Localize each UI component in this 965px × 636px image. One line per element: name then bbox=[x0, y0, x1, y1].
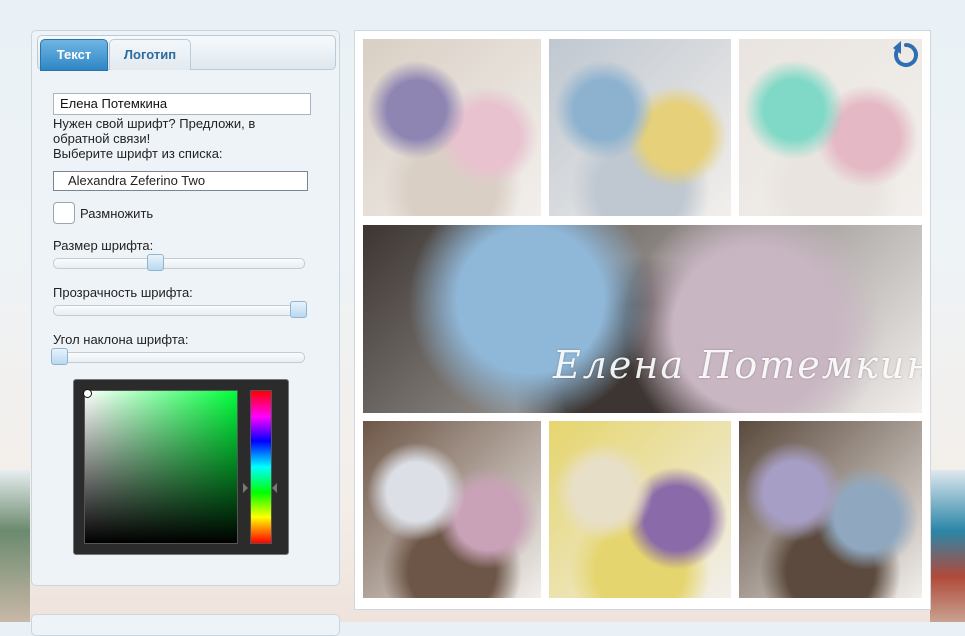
font-size-slider-handle[interactable] bbox=[146, 254, 164, 271]
font-angle-label: Угол наклона шрифта: bbox=[53, 332, 189, 347]
photo-necklace bbox=[363, 421, 541, 598]
tab-text[interactable]: Текст bbox=[40, 39, 108, 71]
tab-bar: Текст Логотип bbox=[37, 35, 336, 71]
photo-purple-pink-roses bbox=[363, 39, 541, 216]
redo-icon[interactable] bbox=[890, 40, 920, 70]
font-size-label: Размер шрифта: bbox=[53, 238, 154, 253]
font-select[interactable]: Alexandra Zeferino Two bbox=[53, 171, 308, 191]
secondary-panel bbox=[31, 614, 340, 636]
background-beach-right bbox=[930, 470, 965, 622]
text-settings-panel: Текст Логотип Нужен свой шрифт? Предложи… bbox=[31, 30, 340, 586]
image-preview: Елена Потемкина bbox=[354, 30, 931, 610]
photo-banner-roses: Елена Потемкина bbox=[363, 225, 922, 413]
font-select-prompt: Выберите шрифт из списка: bbox=[53, 146, 223, 161]
font-angle-slider[interactable] bbox=[51, 348, 305, 365]
font-size-slider[interactable] bbox=[53, 254, 305, 271]
multiply-checkbox[interactable] bbox=[53, 202, 75, 224]
photo-lilac-roses bbox=[739, 421, 922, 598]
tab-logo[interactable]: Логотип bbox=[109, 39, 191, 70]
background-beach-left bbox=[0, 470, 30, 622]
photo-white-orchids bbox=[549, 421, 731, 598]
watermark-signature[interactable]: Елена Потемкина bbox=[553, 343, 922, 413]
font-opacity-label: Прозрачность шрифта: bbox=[53, 285, 193, 300]
font-opacity-slider[interactable] bbox=[53, 301, 307, 318]
color-saturation-field[interactable] bbox=[83, 389, 238, 544]
watermark-text-input[interactable] bbox=[53, 93, 311, 115]
font-opacity-slider-handle[interactable] bbox=[290, 301, 307, 318]
font-hint-text: Нужен свой шрифт? Предложи, в обратной с… bbox=[53, 116, 303, 161]
color-marker[interactable] bbox=[83, 389, 92, 398]
multiply-label: Размножить bbox=[80, 206, 154, 221]
hue-arrow-right-icon bbox=[272, 483, 277, 493]
photo-blue-yellow-lilies bbox=[549, 39, 731, 216]
hue-slider[interactable] bbox=[250, 390, 272, 544]
font-angle-slider-handle[interactable] bbox=[51, 348, 68, 365]
color-picker bbox=[73, 379, 289, 555]
custom-font-hint: Нужен свой шрифт? Предложи, в обратной с… bbox=[53, 116, 256, 146]
hue-arrow-left-icon bbox=[243, 483, 248, 493]
